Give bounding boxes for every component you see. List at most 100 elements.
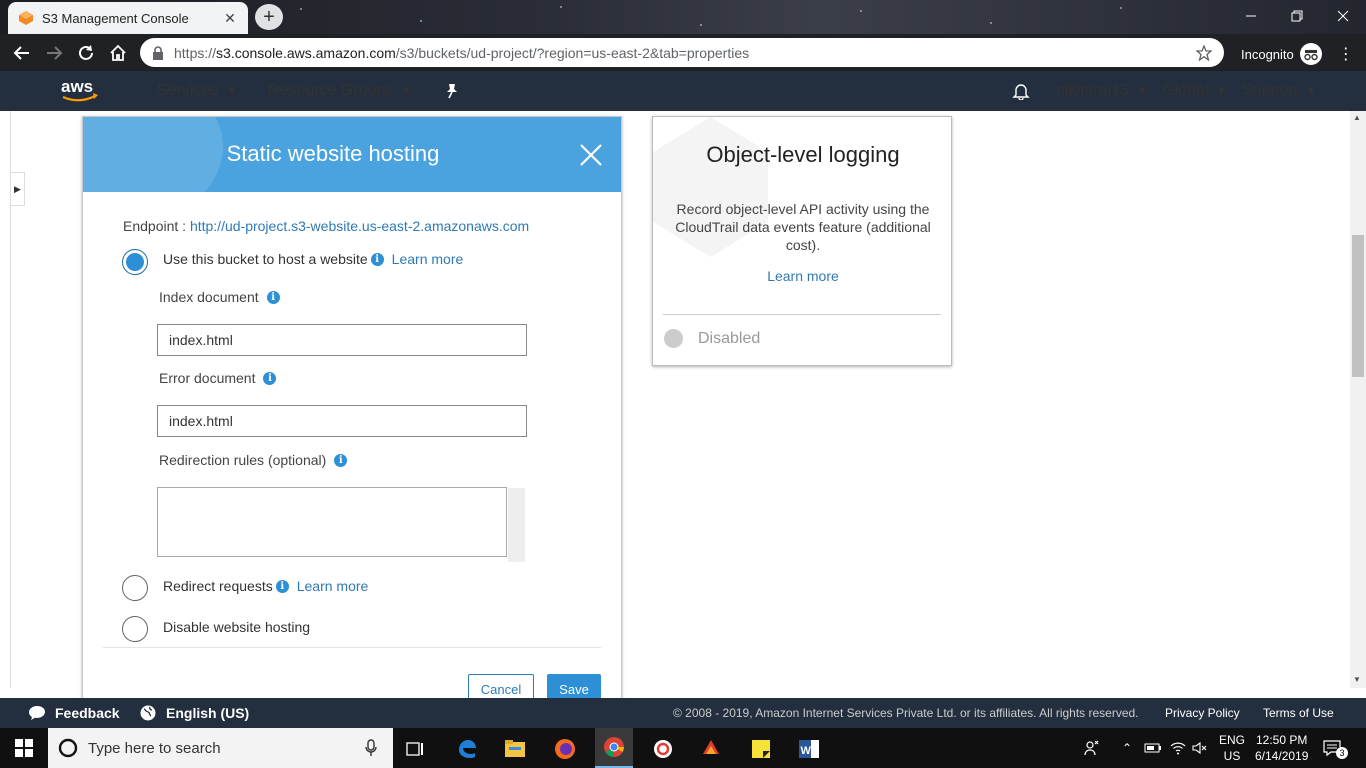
edge-browser-icon[interactable] bbox=[456, 738, 478, 760]
aws-footer: Feedback English (US) © 2008 - 2019, Ama… bbox=[0, 698, 1366, 728]
svg-text:aws: aws bbox=[61, 77, 93, 96]
home-icon bbox=[110, 44, 126, 61]
reload-button[interactable] bbox=[70, 37, 102, 69]
minimize-button[interactable] bbox=[1228, 0, 1274, 32]
status-dot-icon bbox=[664, 329, 683, 348]
back-button[interactable] bbox=[6, 37, 38, 69]
firefox-icon[interactable] bbox=[554, 738, 576, 760]
language-indicator[interactable]: ENG US bbox=[1219, 728, 1245, 768]
incognito-label: Incognito bbox=[1241, 46, 1294, 62]
aws-logo-icon[interactable]: aws bbox=[61, 76, 101, 106]
volume-muted-icon[interactable] bbox=[1192, 741, 1208, 755]
language-button[interactable]: English (US) bbox=[140, 705, 249, 721]
scroll-up-icon[interactable]: ▲ bbox=[1353, 113, 1361, 122]
redirection-rules-label: Redirection rules (optional) bbox=[159, 452, 327, 468]
radio-disable-hosting[interactable] bbox=[122, 616, 148, 642]
file-explorer-icon[interactable] bbox=[504, 738, 526, 760]
bookmark-star-icon[interactable] bbox=[1196, 44, 1212, 61]
ccleaner-icon[interactable] bbox=[700, 738, 722, 760]
endpoint-label: Endpoint : bbox=[123, 218, 190, 234]
restore-button[interactable] bbox=[1274, 0, 1320, 32]
redirect-requests-label[interactable]: Redirect requests bbox=[163, 578, 273, 594]
disable-hosting-label[interactable]: Disable website hosting bbox=[163, 619, 310, 635]
info-icon[interactable]: i bbox=[266, 290, 280, 304]
action-center-button[interactable]: 3 bbox=[1322, 728, 1348, 768]
start-button[interactable] bbox=[0, 728, 48, 768]
chrome-icon bbox=[604, 737, 624, 757]
browser-menu-icon[interactable]: ⋮ bbox=[1338, 44, 1354, 64]
incognito-icon bbox=[1299, 43, 1322, 65]
chevron-right-icon: ▶ bbox=[14, 183, 21, 194]
index-document-label-row: Index document i bbox=[159, 289, 280, 305]
endpoint-row: Endpoint : http://ud-project.s3-website.… bbox=[123, 218, 529, 234]
learn-more-link[interactable]: Learn more bbox=[297, 578, 369, 594]
chevron-down-icon: ▼ bbox=[401, 85, 412, 97]
minimize-icon bbox=[1246, 15, 1256, 17]
dialog-divider bbox=[103, 647, 601, 648]
support-menu[interactable]: Support ▼ bbox=[1242, 71, 1366, 111]
pin-icon bbox=[447, 84, 457, 99]
task-view-icon[interactable] bbox=[405, 738, 427, 760]
lang-bottom: US bbox=[1223, 749, 1241, 763]
people-icon[interactable] bbox=[1084, 728, 1100, 768]
info-icon[interactable]: i bbox=[334, 453, 348, 467]
forward-button[interactable] bbox=[38, 37, 70, 69]
svg-text:W: W bbox=[801, 745, 812, 757]
lang-top: ENG bbox=[1219, 733, 1246, 747]
battery-icon[interactable] bbox=[1144, 743, 1162, 753]
redirection-rules-label-row: Redirection rules (optional) i bbox=[159, 452, 348, 468]
chevron-down-icon: ▼ bbox=[1306, 85, 1316, 97]
feedback-button[interactable]: Feedback bbox=[28, 705, 120, 721]
chevron-down-icon: ▼ bbox=[1216, 85, 1227, 97]
page-scrollbar[interactable]: ▲ ▼ bbox=[1350, 111, 1366, 688]
info-icon[interactable]: i bbox=[370, 252, 384, 266]
learn-more-link[interactable]: Learn more bbox=[392, 251, 464, 267]
microphone-icon[interactable] bbox=[365, 739, 377, 757]
forward-arrow-icon bbox=[47, 45, 63, 60]
host-website-option: Use this bucket to host a website i Learn … bbox=[163, 251, 463, 267]
close-icon[interactable] bbox=[577, 141, 605, 169]
endpoint-link[interactable]: http://ud-project.s3-website.us-east-2.a… bbox=[190, 218, 529, 234]
radio-host-website[interactable] bbox=[122, 249, 148, 275]
clock[interactable]: 12:50 PM 6/14/2019 bbox=[1255, 728, 1308, 768]
scrollbar-thumb[interactable] bbox=[1352, 235, 1364, 377]
info-icon[interactable]: i bbox=[263, 371, 277, 385]
error-document-label-row: Error document i bbox=[159, 370, 277, 386]
host-website-label[interactable]: Use this bucket to host a website bbox=[163, 251, 368, 267]
textarea-scrollbar[interactable] bbox=[508, 488, 525, 562]
disable-hosting-option: Disable website hosting bbox=[163, 619, 310, 635]
wifi-icon[interactable] bbox=[1170, 741, 1186, 755]
windows-logo-icon bbox=[15, 739, 33, 757]
url-scheme: https:// bbox=[174, 44, 217, 61]
word-icon[interactable]: W bbox=[798, 738, 820, 760]
info-icon[interactable]: i bbox=[275, 579, 289, 593]
status-label: Disabled bbox=[698, 330, 761, 347]
home-button[interactable] bbox=[102, 37, 134, 69]
browser-tab[interactable]: S3 Management Console ✕ bbox=[8, 2, 248, 34]
search-placeholder: Type here to search bbox=[88, 739, 221, 757]
scroll-down-icon[interactable]: ▼ bbox=[1353, 675, 1361, 684]
learn-more-link[interactable]: Learn more bbox=[653, 268, 951, 284]
sticky-notes-icon[interactable] bbox=[750, 738, 772, 760]
new-tab-button[interactable]: + bbox=[255, 4, 283, 30]
app-icon-red-circle[interactable] bbox=[652, 738, 674, 760]
taskbar-search-box[interactable]: Type here to search bbox=[48, 728, 393, 768]
system-tray-icons[interactable]: ⌃ bbox=[1122, 728, 1208, 768]
object-level-logging-card[interactable]: Object-level logging Record object-level… bbox=[652, 116, 952, 366]
index-document-input[interactable]: index.html bbox=[157, 324, 527, 356]
sidebar-expand-button[interactable]: ▶ bbox=[11, 172, 25, 206]
dialog-title: Static website hosting bbox=[226, 141, 440, 166]
error-document-input[interactable]: index.html bbox=[157, 405, 527, 437]
radio-redirect-requests[interactable] bbox=[122, 575, 148, 601]
chrome-taskbar-button[interactable] bbox=[595, 728, 633, 768]
redirection-rules-textarea[interactable] bbox=[157, 487, 525, 562]
tab-close-icon[interactable]: ✕ bbox=[222, 10, 238, 27]
incognito-indicator[interactable]: Incognito ⋮ bbox=[1241, 43, 1354, 65]
privacy-policy-link[interactable]: Privacy Policy bbox=[1165, 706, 1240, 720]
index-document-value: index.html bbox=[169, 332, 233, 348]
address-bar[interactable]: https://s3.console.aws.amazon.com/s3/buc… bbox=[140, 38, 1224, 67]
close-window-button[interactable] bbox=[1320, 0, 1366, 32]
chevron-up-icon[interactable]: ⌃ bbox=[1122, 741, 1132, 755]
terms-of-use-link[interactable]: Terms of Use bbox=[1263, 706, 1334, 720]
close-icon bbox=[1337, 10, 1349, 22]
